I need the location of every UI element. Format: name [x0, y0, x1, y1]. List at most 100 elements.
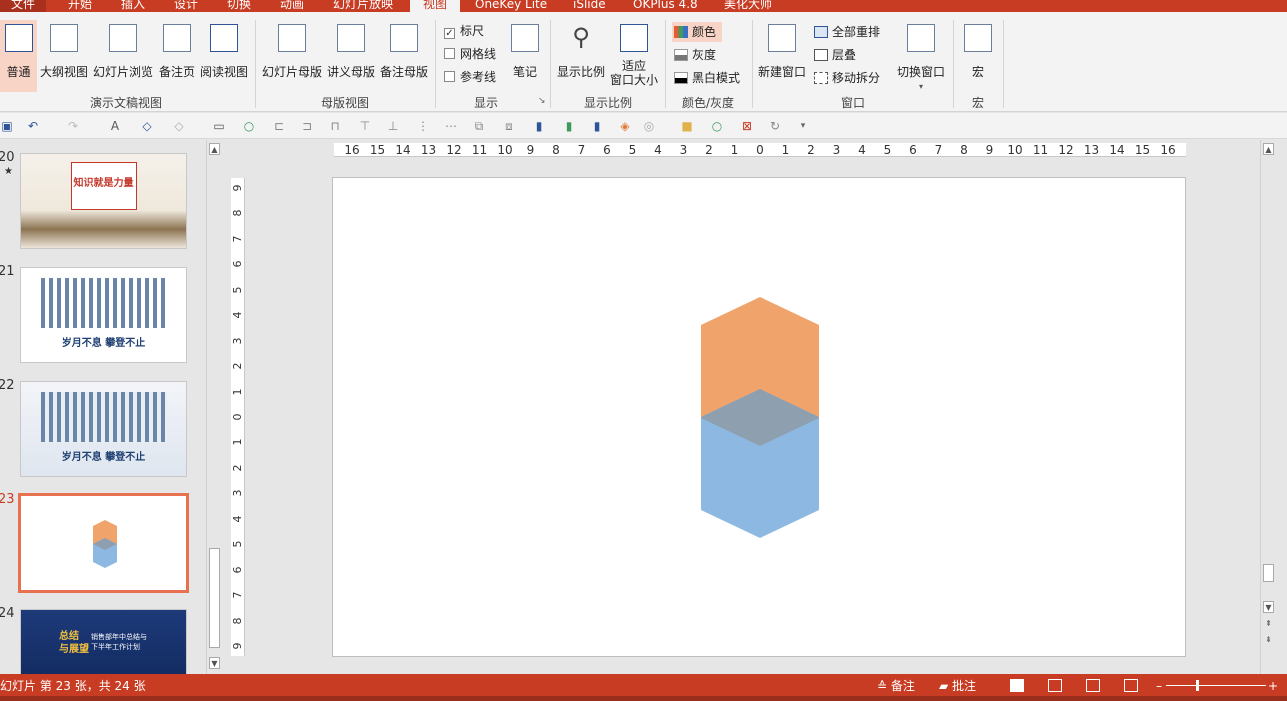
align-center-icon[interactable]: ⊓ [328, 119, 342, 133]
tab-design[interactable]: 设计 [174, 0, 198, 12]
scroll-down-icon[interactable]: ▼ [209, 657, 220, 669]
outline-view-button[interactable]: 大纲视图 [39, 20, 89, 92]
group-icon[interactable]: ⧉ [472, 119, 486, 133]
ruler-label: 8 [231, 617, 244, 625]
zoom-out-icon[interactable]: – [1156, 677, 1162, 695]
ruler-label: 9 [526, 143, 535, 157]
ellipse-icon[interactable]: ○ [710, 119, 724, 133]
tab-insert[interactable]: 插入 [121, 0, 145, 12]
scroll-up-icon[interactable]: ▲ [1263, 143, 1274, 155]
notes-master-button[interactable]: 备注母版 [378, 20, 430, 92]
slide-number: 23 [0, 492, 15, 507]
comments-toggle[interactable]: ▰ 批注 [939, 677, 976, 695]
scroll-down-icon[interactable]: ▼ [1263, 601, 1274, 613]
arrange-all-button[interactable]: 全部重排 [812, 22, 880, 42]
slide-thumbnail-22[interactable]: 岁月不息 攀登不止 [20, 381, 187, 477]
group-divider [752, 20, 753, 108]
slide-thumbnail-21[interactable]: 岁月不息 攀登不止 [20, 267, 187, 363]
black-white-button[interactable]: 黑白模式 [672, 68, 740, 88]
slide-thumbnail-20[interactable]: 知识就是力量 [20, 153, 187, 249]
thumb-title: 岁月不息 攀登不止 [61, 452, 146, 463]
notes-toggle[interactable]: ≙ 备注 [877, 677, 915, 695]
zoom-slider-thumb[interactable] [1196, 680, 1199, 691]
macro-button[interactable]: 宏 [958, 20, 998, 92]
shape-outline-icon[interactable]: ◇ [172, 119, 186, 133]
tab-okplus[interactable]: OKPlus 4.8 [633, 0, 698, 12]
notes-button[interactable]: 笔记 [508, 20, 542, 92]
crop-icon[interactable]: ⊠ [740, 119, 754, 133]
ruler-label: 6 [231, 566, 244, 574]
tab-home[interactable]: 开始 [68, 0, 92, 12]
align-right-icon[interactable]: ⊐ [300, 119, 314, 133]
ungroup-icon[interactable]: ⧈ [502, 119, 516, 133]
slide-thumbnail-23[interactable] [18, 493, 189, 593]
redo-icon[interactable]: ↷ [66, 119, 80, 133]
tab-meihua[interactable]: 美化大师 [724, 0, 772, 12]
grayscale-button[interactable]: 灰度 [672, 45, 716, 65]
slide-thumbnail-24[interactable]: 总结 与展望 销售部年中总结与 下半年工作计划 [20, 609, 187, 674]
bar-blue2-icon[interactable]: ▮ [590, 119, 604, 133]
new-window-button[interactable]: 新建窗口 [756, 20, 808, 92]
reading-view-icon[interactable] [1086, 679, 1100, 692]
align-top-icon[interactable]: ⊤ [358, 119, 372, 133]
distribute-h-icon[interactable]: ⋮ [416, 119, 430, 133]
zoom-button[interactable]: ⚲ 显示比例 [556, 20, 606, 92]
tab-onekey[interactable]: OneKey Lite [475, 0, 547, 12]
normal-view-icon[interactable] [1010, 679, 1024, 692]
editor-scrollbar[interactable]: ▲ ▼ ⇞ ⇟ [1260, 140, 1277, 674]
zoom-in-icon[interactable]: + [1268, 677, 1278, 695]
previous-slide-icon[interactable]: ⇞ [1263, 618, 1274, 630]
slide-sorter-icon[interactable] [1048, 679, 1062, 692]
align-bottom-icon[interactable]: ⊥ [386, 119, 400, 133]
tab-slideshow[interactable]: 幻灯片放映 [333, 0, 393, 12]
color-button[interactable]: 颜色 [672, 22, 722, 42]
slide-master-button[interactable]: 幻灯片母版 [260, 20, 324, 92]
bar-green-icon[interactable]: ▮ [562, 119, 576, 133]
merge-shapes-icon[interactable]: ◈ [618, 119, 632, 133]
align-left-icon[interactable]: ⊏ [272, 119, 286, 133]
scroll-up-icon[interactable]: ▲ [209, 143, 220, 155]
next-slide-icon[interactable]: ⇟ [1263, 634, 1274, 646]
slideshow-icon[interactable] [1124, 679, 1138, 692]
tab-file[interactable]: 文件 [0, 0, 46, 12]
thumb-image-strips [41, 278, 167, 328]
slide-sorter-button[interactable]: 幻灯片浏览 [92, 20, 154, 92]
thumbnails-scrollbar[interactable]: ▲ ▼ [206, 140, 222, 674]
current-slide[interactable] [332, 177, 1186, 657]
fill-icon[interactable]: ■ [680, 119, 694, 133]
handout-master-button[interactable]: 讲义母版 [326, 20, 376, 92]
font-color-icon[interactable]: A [108, 119, 122, 133]
ruler-label: 15 [369, 143, 386, 157]
save-icon[interactable]: ▣ [0, 119, 14, 133]
ribbon-tabs: 文件 开始 插入 设计 切换 动画 幻灯片放映 视图 OneKey Lite i… [0, 0, 1287, 12]
gridlines-checkbox[interactable]: 网格线 [444, 45, 496, 63]
textbox-icon[interactable]: ▭ [212, 119, 226, 133]
cascade-button[interactable]: 层叠 [812, 45, 856, 65]
circle-icon[interactable]: ○ [242, 119, 256, 133]
bar-blue-icon[interactable]: ▮ [532, 119, 546, 133]
normal-view-button[interactable]: 普通 [0, 20, 37, 92]
ruler-checkbox[interactable]: ✓ 标尺 [444, 22, 484, 40]
tab-islide[interactable]: iSlide [573, 0, 606, 12]
distribute-v-icon[interactable]: ⋯ [444, 119, 458, 133]
undo-icon[interactable]: ↶ [26, 119, 40, 133]
zoom-slider[interactable] [1166, 685, 1266, 686]
move-split-button[interactable]: 移动拆分 [812, 68, 880, 88]
shape-icon[interactable]: ◇ [140, 119, 154, 133]
intersect-icon[interactable]: ◎ [642, 119, 656, 133]
tab-view[interactable]: 视图 [410, 0, 460, 12]
reading-view-button[interactable]: 阅读视图 [199, 20, 249, 92]
grayscale-icon [674, 49, 688, 61]
rotate-icon[interactable]: ↻ [768, 119, 782, 133]
scrollbar-thumb[interactable] [209, 548, 220, 648]
notes-page-button[interactable]: 备注页 [157, 20, 197, 92]
ruler-label: 4 [654, 143, 662, 157]
scrollbar-thumb[interactable] [1263, 564, 1274, 582]
tab-animations[interactable]: 动画 [280, 0, 304, 12]
switch-window-button[interactable]: 切换窗口 ▾ [894, 20, 948, 92]
dialog-launcher-icon[interactable]: ↘ [538, 96, 546, 106]
guides-checkbox[interactable]: 参考线 [444, 68, 496, 86]
fit-window-button[interactable]: 适应 窗口大小 [608, 20, 660, 92]
tab-transitions[interactable]: 切换 [227, 0, 251, 12]
customize-toolbar-icon[interactable]: ▾ [796, 119, 810, 133]
